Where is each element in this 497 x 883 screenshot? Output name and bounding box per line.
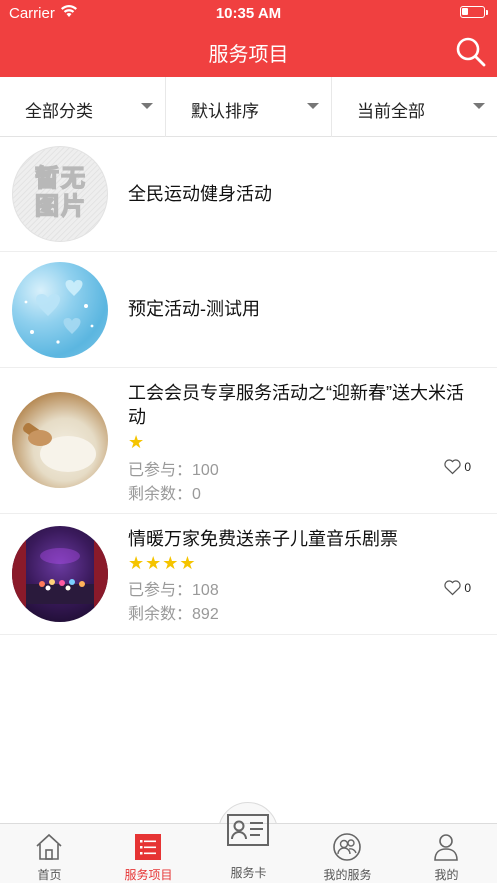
status-bar: Carrier 10:35 AM — [0, 0, 497, 26]
tab-label: 首页 — [37, 868, 62, 882]
theater-stage-photo — [12, 526, 108, 622]
search-icon[interactable] — [455, 36, 487, 68]
list-item[interactable]: 工会会员专享服务活动之“迎新春”送大米活动 ★ 已参与：100 剩余数：0 0 — [0, 368, 497, 514]
filter-bar: 全部分类 默认排序 当前全部 — [0, 77, 497, 137]
tab-bar: 首页 服务项目 服务卡 我的服务 我的 — [0, 814, 497, 883]
service-list: 暂无 图片 全民运动健身活动 预定活动-测试用 工会会员专享服务活动之“迎新春”… — [0, 137, 497, 635]
tab-label: 我的 — [434, 868, 459, 882]
joined-count: 已参与：108 — [128, 582, 219, 599]
like-count: 0 — [464, 459, 471, 474]
filter-label: 默认排序 — [191, 102, 259, 121]
card-icon — [227, 814, 269, 846]
joined-count: 已参与：100 — [128, 462, 219, 479]
filter-category-dropdown[interactable]: 全部分类 — [0, 77, 166, 137]
rice-decoration — [23, 423, 96, 472]
heart-icon — [444, 459, 462, 475]
remaining-count: 剩余数：892 — [128, 606, 219, 623]
tab-label: 服务卡 — [230, 866, 267, 880]
remaining-count: 剩余数：0 — [128, 486, 201, 503]
item-title: 预定活动-测试用 — [128, 299, 260, 319]
users-icon — [333, 833, 361, 861]
battery-icon — [460, 6, 488, 18]
like-button[interactable]: 0 — [443, 579, 471, 596]
rice-sack-photo — [12, 392, 108, 488]
list-item[interactable]: 情暖万家免费送亲子儿童音乐剧票 ★★★★ 已参与：108 剩余数：892 0 — [0, 514, 497, 635]
filter-sort-dropdown[interactable]: 默认排序 — [166, 77, 332, 137]
filter-label: 当前全部 — [357, 102, 425, 121]
tab-label: 服务项目 — [124, 868, 173, 882]
no-image-placeholder: 暂无 图片 — [12, 146, 108, 242]
tab-home[interactable]: 首页 — [0, 824, 99, 883]
item-title: 情暖万家免费送亲子儿童音乐剧票 — [128, 529, 398, 549]
top-bar: Carrier 10:35 AM 服务项目 — [0, 0, 497, 77]
caret-down-icon — [141, 103, 153, 109]
list-item[interactable]: 预定活动-测试用 — [0, 252, 497, 368]
list-item[interactable]: 暂无 图片 全民运动健身活动 — [0, 137, 497, 252]
item-title: 全民运动健身活动 — [128, 184, 272, 204]
tab-me[interactable]: 我的 — [397, 824, 496, 883]
tab-service-card[interactable]: 服务卡 — [199, 814, 298, 883]
heart-icon — [444, 580, 462, 596]
tab-label: 我的服务 — [323, 868, 372, 882]
stage-decoration — [12, 526, 108, 622]
caret-down-icon — [307, 103, 319, 109]
filter-status-dropdown[interactable]: 当前全部 — [332, 77, 497, 137]
placeholder-text: 暂无 — [34, 164, 87, 193]
rating-stars: ★ — [128, 432, 146, 452]
clock-time: 10:35 AM — [215, 5, 282, 22]
caret-down-icon — [473, 103, 485, 109]
page-title: 服务项目 — [208, 44, 289, 66]
like-count: 0 — [464, 580, 471, 595]
like-button[interactable]: 0 — [443, 458, 471, 475]
home-icon — [36, 833, 62, 860]
person-icon — [434, 834, 458, 861]
rating-stars: ★★★★ — [128, 553, 197, 573]
item-title: 工会会员专享服务活动之“迎新春”送大米活动 — [128, 383, 464, 427]
list-icon — [135, 834, 161, 860]
tab-services[interactable]: 服务项目 — [99, 824, 198, 883]
filter-label: 全部分类 — [25, 102, 93, 121]
placeholder-text: 图片 — [34, 192, 87, 221]
tab-my-services[interactable]: 我的服务 — [298, 824, 397, 883]
hearts-decoration — [24, 280, 94, 344]
blue-hearts-photo — [12, 262, 108, 358]
